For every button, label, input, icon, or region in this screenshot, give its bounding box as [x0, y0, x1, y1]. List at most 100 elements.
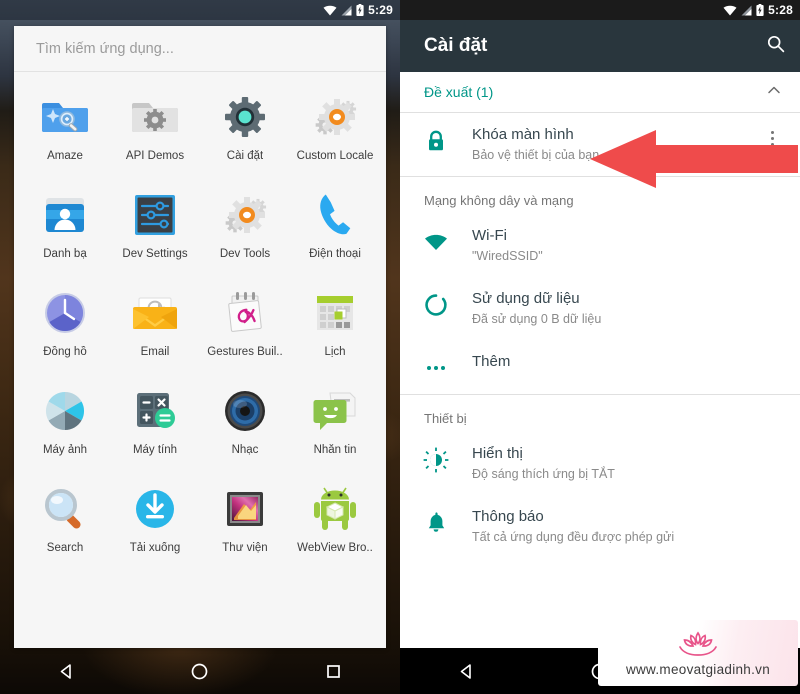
settings-row-more[interactable]: Thêm [400, 340, 800, 394]
settings-row-wifi[interactable]: Wi-Fi "WiredSSID" [400, 214, 800, 277]
app-label: Tải xuống [129, 542, 181, 554]
app-label: Amaze [47, 150, 83, 162]
settings-row-text: Sử dụng dữ liệu Đã sử dụng 0 B dữ liệu [472, 290, 782, 327]
settings-row-text: Thêm [472, 353, 782, 372]
gesture-builder-icon [218, 286, 272, 340]
app-item[interactable]: Cài đặt [200, 82, 290, 180]
settings-row-text: Wi-Fi "WiredSSID" [472, 227, 782, 264]
app-item[interactable]: WebView Bro.. [290, 474, 380, 572]
settings-row-title: Wi-Fi [472, 227, 507, 244]
app-item[interactable]: Search [20, 474, 110, 572]
dev-settings-sliders-icon [128, 188, 182, 242]
app-item[interactable]: Điện thoại [290, 180, 380, 278]
settings-row-data-usage[interactable]: Sử dụng dữ liệu Đã sử dụng 0 B dữ liệu [400, 277, 800, 340]
brightness-icon [400, 445, 472, 473]
gallery-icon [218, 482, 272, 536]
music-speaker-icon [218, 384, 272, 438]
app-label: Gestures Buil.. [207, 346, 283, 358]
watermark-text: www.meovatgiadinh.vn [625, 661, 771, 677]
wifi-icon [723, 5, 737, 16]
folder-search-icon [38, 90, 92, 144]
app-item[interactable]: Dev Tools [200, 180, 290, 278]
data-usage-icon [400, 290, 472, 318]
app-item[interactable]: Email [110, 278, 200, 376]
contacts-icon [38, 188, 92, 242]
gears-orange-icon [218, 188, 272, 242]
bell-icon [400, 508, 472, 536]
section-title-device: Thiết bị [424, 411, 467, 426]
app-item[interactable]: Thư viện [200, 474, 290, 572]
status-bar-clock: 5:29 [368, 3, 393, 17]
clock-icon [38, 286, 92, 340]
chevron-up-icon[interactable] [766, 82, 782, 103]
settings-row-subtitle: "WiredSSID" [472, 248, 543, 263]
nav-bar-left [0, 648, 400, 694]
signal-icon [341, 5, 352, 16]
search-icon[interactable] [766, 34, 786, 59]
app-item[interactable]: Tải xuống [110, 474, 200, 572]
download-icon [128, 482, 182, 536]
app-label: Nhắn tin [313, 444, 357, 456]
calendar-icon [308, 286, 362, 340]
settings-row-notifications[interactable]: Thông báo Tất cả ứng dụng đều được phép … [400, 495, 800, 558]
signal-icon [741, 5, 752, 16]
messaging-icon [308, 384, 362, 438]
status-bar-right: 5:28 [400, 0, 800, 20]
app-label: API Demos [125, 150, 185, 162]
status-bar-left: 5:29 [0, 0, 400, 20]
settings-row-text: Thông báo Tất cả ứng dụng đều được phép … [472, 508, 782, 545]
android-webview-icon [308, 482, 362, 536]
app-item[interactable]: Đồng hồ [20, 278, 110, 376]
wifi-icon [400, 227, 472, 255]
app-item[interactable]: Gestures Buil.. [200, 278, 290, 376]
app-grid: Amaze API Demos Cài đặt Custom Locale Danh b… [14, 72, 386, 572]
settings-row-subtitle: Đã sử dụng 0 B dữ liệu [472, 311, 602, 326]
calculator-icon [128, 384, 182, 438]
recents-square-icon[interactable] [310, 648, 356, 694]
search-placeholder: Tìm kiếm ứng dụng... [36, 40, 174, 57]
app-item[interactable]: Danh bạ [20, 180, 110, 278]
app-label: Điện thoại [309, 248, 361, 260]
app-drawer-panel: Tìm kiếm ứng dụng... Amaze API Demos Cài đ… [14, 26, 386, 648]
folder-gear-icon [128, 90, 182, 144]
suggestions-title: Đề xuất (1) [424, 84, 494, 100]
app-item[interactable]: Nhạc [200, 376, 290, 474]
app-item[interactable]: Máy ảnh [20, 376, 110, 474]
settings-row-title: Thêm [472, 353, 511, 370]
app-item[interactable]: Custom Locale [290, 82, 380, 180]
app-item[interactable]: API Demos [110, 82, 200, 180]
app-label: Danh bạ [43, 248, 87, 260]
suggestions-header[interactable]: Đề xuất (1) [400, 72, 800, 112]
back-triangle-icon[interactable] [444, 648, 490, 694]
app-item[interactable]: Máy tính [110, 376, 200, 474]
app-label: Nhạc [231, 444, 259, 456]
search-input[interactable]: Tìm kiếm ứng dụng... [14, 26, 386, 72]
app-label: Cài đặt [226, 150, 264, 162]
app-label: Custom Locale [296, 150, 374, 162]
app-drawer-screen: 5:29 Tìm kiếm ứng dụng... Amaze API Demos… [0, 0, 400, 694]
settings-row-title: Thông báo [472, 508, 544, 525]
settings-row-subtitle: Độ sáng thích ứng bị TẮT [472, 466, 615, 481]
lock-icon [400, 126, 472, 154]
settings-screen: 5:28 Cài đặt Đề xuất (1) Khóa màn hình B… [400, 0, 800, 694]
settings-row-text: Hiển thị Độ sáng thích ứng bị TẮT [472, 445, 782, 482]
app-item[interactable]: Amaze [20, 82, 110, 180]
home-circle-icon[interactable] [177, 648, 223, 694]
app-item[interactable]: Lịch [290, 278, 380, 376]
gears-orange-icon [308, 90, 362, 144]
app-item[interactable]: Nhắn tin [290, 376, 380, 474]
settings-row-display[interactable]: Hiển thị Độ sáng thích ứng bị TẮT [400, 432, 800, 495]
app-label: Máy ảnh [42, 444, 88, 456]
status-bar-clock: 5:28 [768, 3, 793, 17]
page-title: Cài đặt [424, 35, 488, 56]
app-label: Search [46, 542, 84, 554]
back-triangle-icon[interactable] [44, 648, 90, 694]
app-label: Đồng hồ [43, 346, 87, 358]
annotation-arrow-icon [590, 128, 798, 195]
battery-charging-icon [756, 4, 764, 16]
app-item[interactable]: Dev Settings [110, 180, 200, 278]
app-bar: Cài đặt [400, 20, 800, 72]
magnifier-icon [38, 482, 92, 536]
settings-row-title: Sử dụng dữ liệu [472, 290, 580, 307]
camera-aperture-icon [38, 384, 92, 438]
